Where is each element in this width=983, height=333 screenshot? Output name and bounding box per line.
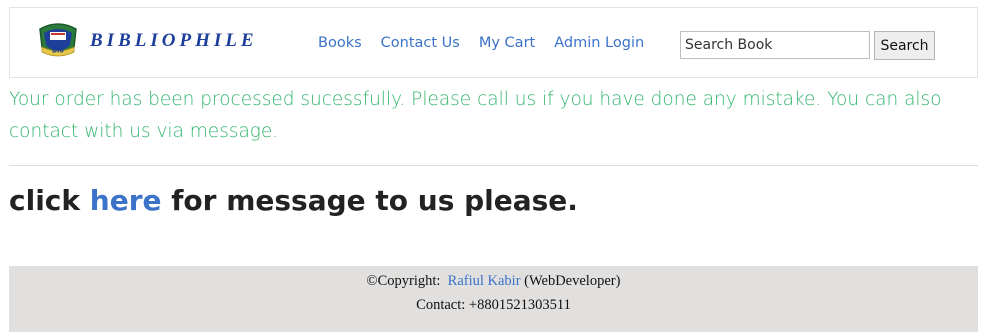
- nav-item-contact-us[interactable]: Contact Us: [381, 35, 460, 51]
- brand-name: BIBLIOPHILE: [90, 30, 258, 51]
- copyright-label: ©Copyright:: [366, 273, 441, 289]
- university-crest-icon: DIU: [39, 23, 77, 57]
- divider: [9, 165, 978, 166]
- nav-item-books[interactable]: Books: [318, 35, 362, 51]
- navbar: DIU BIBLIOPHILE Books Contact Us My Cart…: [9, 7, 978, 78]
- footer-contact: Contact: +8801521303511: [416, 297, 571, 313]
- nav-item-admin-login[interactable]: Admin Login: [554, 35, 644, 51]
- cta-text-before: click: [9, 184, 90, 217]
- search-button[interactable]: Search: [874, 31, 935, 60]
- author-role: (WebDeveloper): [524, 273, 621, 289]
- nav-links: Books Contact Us My Cart Admin Login: [318, 35, 663, 51]
- footer: ©Copyright: Rafiul Kabir (WebDeveloper) …: [9, 266, 978, 332]
- nav-item-my-cart[interactable]: My Cart: [479, 35, 535, 51]
- order-success-message: Your order has been processed sucessfull…: [9, 89, 942, 142]
- author-link[interactable]: Rafiul Kabir: [448, 273, 521, 289]
- cta-here-link[interactable]: here: [90, 184, 162, 217]
- message-cta: click here for message to us please.: [9, 184, 578, 217]
- footer-copyright: ©Copyright: Rafiul Kabir (WebDeveloper): [9, 273, 978, 290]
- cta-text-after: for message to us please.: [161, 184, 578, 217]
- logo-text: DIU: [52, 48, 64, 55]
- brand[interactable]: DIU BIBLIOPHILE: [36, 20, 258, 62]
- search-input[interactable]: [680, 31, 870, 59]
